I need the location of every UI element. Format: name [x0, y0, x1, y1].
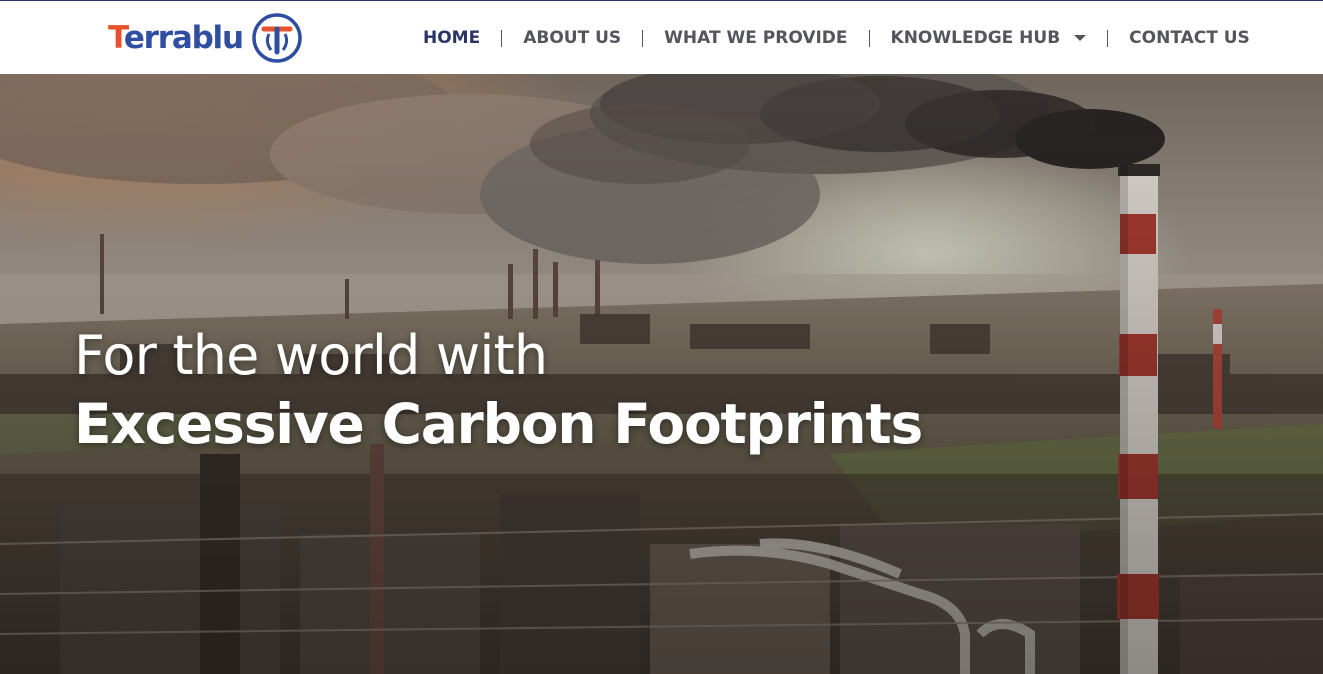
nav-what-we-provide[interactable]: WHAT WE PROVIDE	[643, 1, 868, 75]
dropdown-caret-icon	[1074, 35, 1087, 41]
logo-wordmark: Terrablu	[108, 19, 244, 56]
site-header: Terrablu HOME ABOUT US WHAT WE PROVIDE K…	[0, 0, 1323, 74]
hero-heading-line-2: Excessive Carbon Footprints	[74, 392, 923, 456]
hero-section: For the world with Excessive Carbon Foot…	[0, 74, 1323, 674]
logo-circle-icon	[252, 13, 302, 63]
nav-knowledge-hub[interactable]: KNOWLEDGE HUB	[870, 1, 1108, 75]
page: Terrablu HOME ABOUT US WHAT WE PROVIDE K…	[0, 0, 1323, 674]
hero-heading-line-1: For the world with	[74, 324, 548, 387]
nav-about-us[interactable]: ABOUT US	[502, 1, 642, 75]
nav-about-us-label: ABOUT US	[523, 28, 622, 48]
nav-home[interactable]: HOME	[402, 1, 501, 75]
nav-home-label: HOME	[423, 28, 481, 48]
hero-heading: For the world with Excessive Carbon Foot…	[74, 324, 923, 460]
nav-contact-us-label: CONTACT US	[1129, 28, 1250, 48]
logo-wordmark-first-letter: T	[108, 19, 125, 56]
nav-what-we-provide-label: WHAT WE PROVIDE	[664, 28, 848, 48]
main-nav: HOME ABOUT US WHAT WE PROVIDE KNOWLEDGE …	[402, 1, 1271, 75]
terrablu-logo[interactable]: Terrablu	[108, 11, 303, 65]
nav-knowledge-hub-label: KNOWLEDGE HUB	[890, 28, 1061, 48]
nav-contact-us[interactable]: CONTACT US	[1108, 1, 1271, 75]
logo-wordmark-rest: errablu	[123, 19, 244, 56]
